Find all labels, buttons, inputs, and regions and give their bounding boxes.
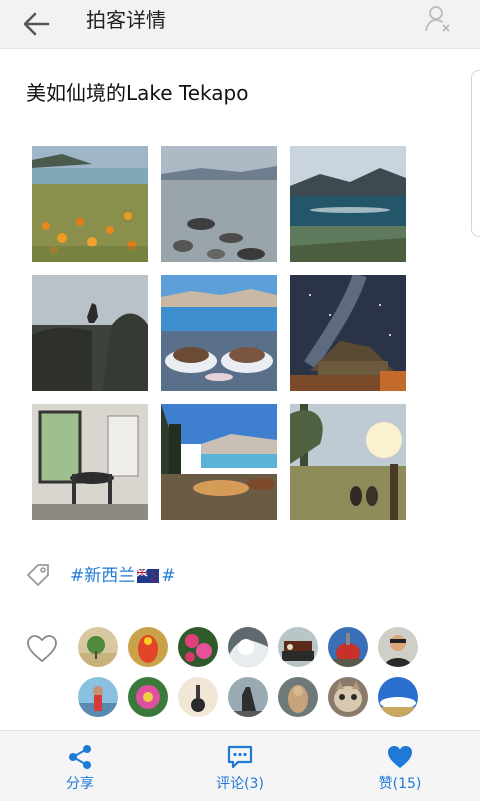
- comment-icon: [227, 745, 253, 769]
- liker-avatar[interactable]: [378, 627, 418, 667]
- arrow-left-icon: [23, 12, 50, 36]
- liker-avatar[interactable]: [278, 627, 318, 667]
- liker-avatar[interactable]: [328, 677, 368, 717]
- page-title: 拍客详情: [86, 8, 166, 32]
- liker-avatar[interactable]: [228, 627, 268, 667]
- photo-picnic-lake[interactable]: [161, 404, 277, 520]
- photo-dining-room[interactable]: [32, 404, 148, 520]
- photo-hot-chocolate[interactable]: [161, 275, 277, 391]
- liker-avatar[interactable]: [128, 677, 168, 717]
- photo-lake-flowers[interactable]: [32, 146, 148, 262]
- liker-avatar[interactable]: [228, 677, 268, 717]
- comment-label: 评论(3): [216, 776, 264, 792]
- liker-avatar[interactable]: [278, 677, 318, 717]
- heart-icon: [388, 746, 412, 768]
- share-button[interactable]: 分享: [20, 731, 140, 801]
- side-scroll-handle[interactable]: [471, 70, 480, 237]
- photo-lake-rocks[interactable]: [161, 146, 277, 262]
- app-header: 拍客详情: [0, 0, 480, 49]
- tag-icon: [24, 561, 52, 589]
- back-button[interactable]: [18, 8, 58, 40]
- liker-avatar[interactable]: [178, 627, 218, 667]
- new-zealand-flag-icon: [137, 569, 160, 583]
- share-label: 分享: [66, 776, 94, 792]
- share-icon: [69, 745, 91, 769]
- photo-grid: [32, 146, 406, 520]
- remove-user-icon[interactable]: [424, 4, 452, 34]
- bottom-action-bar: 分享 评论(3) 赞(15): [0, 730, 480, 801]
- photo-mountain-lake[interactable]: [290, 146, 406, 262]
- liker-avatar[interactable]: [128, 627, 168, 667]
- post-title: 美如仙境的Lake Tekapo: [26, 81, 249, 105]
- tag-prefix: #新西兰: [70, 566, 136, 586]
- comment-button[interactable]: 评论(3): [180, 731, 300, 801]
- topic-tag[interactable]: #新西兰 #: [70, 565, 176, 587]
- heart-outline-icon: [26, 634, 58, 664]
- liker-avatar[interactable]: [78, 677, 118, 717]
- liker-avatar[interactable]: [178, 677, 218, 717]
- photo-dog-statue[interactable]: [32, 275, 148, 391]
- liker-avatar[interactable]: [328, 627, 368, 667]
- liker-avatar[interactable]: [378, 677, 418, 717]
- liker-avatar[interactable]: [78, 627, 118, 667]
- photo-church-stars[interactable]: [290, 275, 406, 391]
- like-label: 赞(15): [378, 776, 422, 792]
- like-button[interactable]: 赞(15): [340, 731, 460, 801]
- photo-meadow-trees[interactable]: [290, 404, 406, 520]
- tag-suffix: #: [161, 566, 176, 586]
